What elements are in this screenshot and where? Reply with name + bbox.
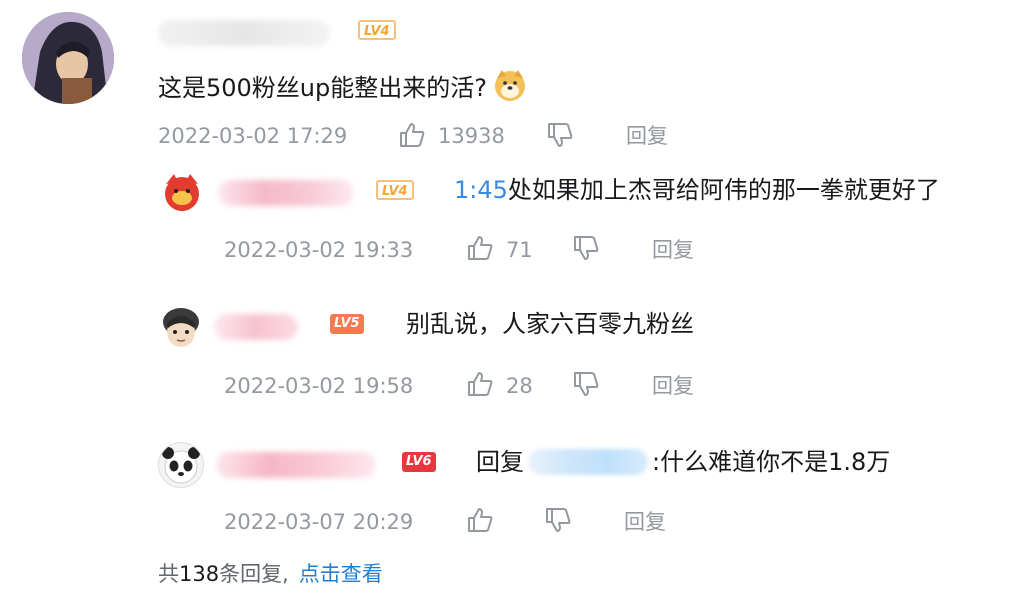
reply-text: 回复 :什么难道你不是1.8万 bbox=[476, 446, 890, 478]
mention-username-blurred[interactable] bbox=[528, 449, 648, 475]
like-icon[interactable] bbox=[466, 506, 494, 534]
reply-timestamp: 2022-03-07 20:29 bbox=[224, 510, 414, 534]
reply-timestamp: 2022-03-02 19:33 bbox=[224, 238, 414, 262]
summary-prefix: 共 bbox=[158, 562, 179, 586]
reply-prefix: 回复 bbox=[476, 448, 524, 476]
username-blurred[interactable] bbox=[216, 452, 376, 478]
summary-suffix: 条回复, bbox=[219, 562, 289, 586]
like-icon[interactable] bbox=[466, 234, 494, 262]
replies-summary: 共138条回复, 点击查看 bbox=[158, 560, 383, 588]
level-badge: LV6 bbox=[402, 452, 436, 472]
level-badge: LV4 bbox=[376, 180, 414, 200]
username-blurred[interactable] bbox=[158, 20, 330, 46]
like-count: 28 bbox=[506, 374, 533, 398]
username-blurred[interactable] bbox=[218, 180, 354, 206]
like-icon[interactable] bbox=[466, 370, 494, 398]
reply-timestamp: 2022-03-02 19:58 bbox=[224, 374, 414, 398]
reply-text: 别乱说，人家六百零九粉丝 bbox=[406, 310, 694, 338]
avatar[interactable] bbox=[160, 170, 204, 214]
view-more-link[interactable]: 点击查看 bbox=[299, 562, 383, 586]
avatar[interactable] bbox=[22, 12, 114, 104]
reply-text: 1:45处如果加上杰哥给阿伟的那一拳就更好了 bbox=[454, 174, 940, 206]
comment-timestamp: 2022-03-02 17:29 bbox=[158, 124, 348, 148]
level-badge: LV5 bbox=[330, 314, 364, 334]
like-count: 71 bbox=[506, 238, 533, 262]
like-icon[interactable] bbox=[398, 121, 426, 149]
dislike-icon[interactable] bbox=[572, 370, 600, 398]
reply-button[interactable]: 回复 bbox=[624, 508, 666, 536]
doge-emoji-icon bbox=[493, 68, 527, 102]
like-count: 13938 bbox=[438, 124, 505, 148]
dislike-icon[interactable] bbox=[544, 506, 572, 534]
avatar[interactable] bbox=[158, 442, 204, 488]
comment-text-content: 这是500粉丝up能整出来的活? bbox=[158, 74, 487, 102]
level-badge: LV4 bbox=[358, 20, 396, 40]
reply-text-content: :什么难道你不是1.8万 bbox=[652, 448, 891, 476]
video-timestamp-link[interactable]: 1:45 bbox=[454, 176, 508, 204]
reply-button[interactable]: 回复 bbox=[652, 236, 694, 264]
reply-button[interactable]: 回复 bbox=[652, 372, 694, 400]
dislike-icon[interactable] bbox=[546, 121, 574, 149]
reply-count: 138 bbox=[179, 562, 220, 586]
username-blurred[interactable] bbox=[214, 314, 298, 340]
reply-text-content: 处如果加上杰哥给阿伟的那一拳就更好了 bbox=[507, 176, 940, 204]
dislike-icon[interactable] bbox=[572, 234, 600, 262]
avatar[interactable] bbox=[158, 304, 204, 350]
reply-button[interactable]: 回复 bbox=[626, 122, 668, 150]
comment-text: 这是500粉丝up能整出来的活? bbox=[158, 68, 527, 104]
